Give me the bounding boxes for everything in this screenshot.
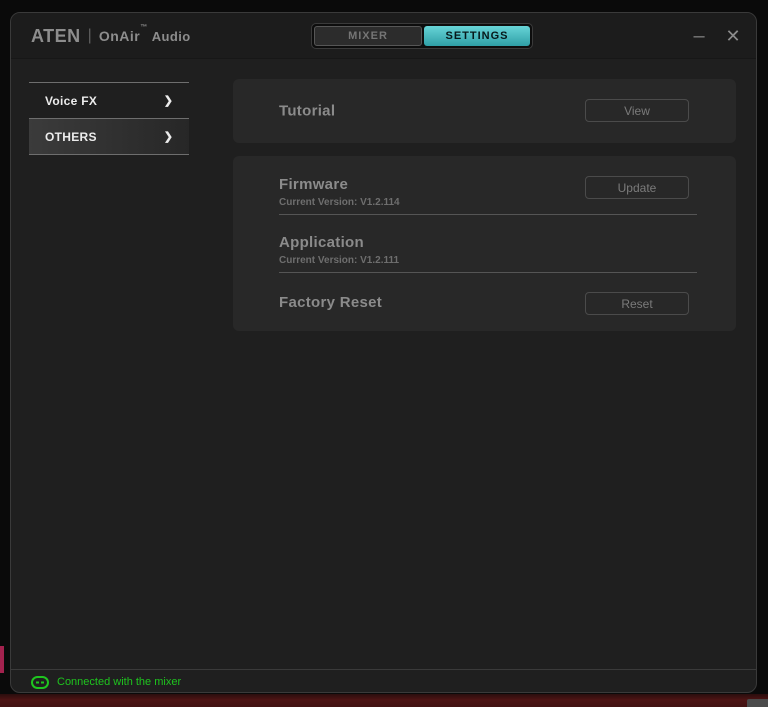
product-name: OnAir™ xyxy=(98,24,148,44)
reset-button[interactable]: Reset xyxy=(585,292,689,315)
sidebar-item-others[interactable]: OTHERS ❯ xyxy=(29,119,189,155)
minimize-button[interactable]: – xyxy=(688,25,710,47)
background-red-sliver xyxy=(0,646,4,673)
window-controls: – ✕ xyxy=(688,13,744,59)
background-gray-patch xyxy=(747,699,768,707)
firmware-title: Firmware xyxy=(279,176,349,193)
app-logo: ATEN | OnAir™ Audio xyxy=(31,13,191,59)
sidebar-item-label: Voice FX xyxy=(45,93,98,108)
tab-mixer[interactable]: MIXER xyxy=(314,26,422,46)
close-button[interactable]: ✕ xyxy=(722,25,744,47)
sidebar-item-label: OTHERS xyxy=(45,129,97,144)
tab-settings[interactable]: SETTINGS xyxy=(424,26,530,46)
others-settings-card: Firmware Current Version: V1.2.114 Updat… xyxy=(233,156,736,331)
factory-reset-title: Factory Reset xyxy=(279,294,383,311)
brand-logo: ATEN xyxy=(31,25,81,46)
statusbar: Connected with the mixer xyxy=(11,669,756,692)
application-title: Application xyxy=(279,234,364,251)
trademark-symbol: ™ xyxy=(140,24,148,31)
update-button[interactable]: Update xyxy=(585,176,689,199)
product-suffix: Audio xyxy=(151,28,191,44)
tutorial-card: Tutorial View xyxy=(233,79,736,143)
app-window: ATEN | OnAir™ Audio MIXER SETTINGS – ✕ V… xyxy=(10,12,757,693)
section-divider xyxy=(279,214,697,215)
link-connected-icon xyxy=(31,675,49,689)
sidebar-item-voice-fx[interactable]: Voice FX ❯ xyxy=(29,83,189,119)
view-button[interactable]: View xyxy=(585,99,689,122)
connection-status-text: Connected with the mixer xyxy=(57,676,182,688)
section-divider xyxy=(279,272,697,273)
logo-divider: | xyxy=(87,27,92,44)
view-tabgroup: MIXER SETTINGS xyxy=(311,23,533,49)
settings-sidebar: Voice FX ❯ OTHERS ❯ xyxy=(29,82,189,155)
chevron-right-icon: ❯ xyxy=(163,131,173,143)
firmware-version: Current Version: V1.2.114 xyxy=(279,197,400,208)
background-red-strip xyxy=(0,694,768,707)
chevron-right-icon: ❯ xyxy=(163,95,173,107)
application-version: Current Version: V1.2.111 xyxy=(279,255,400,266)
tutorial-title: Tutorial xyxy=(279,102,336,120)
titlebar: ATEN | OnAir™ Audio MIXER SETTINGS – ✕ xyxy=(11,13,756,59)
